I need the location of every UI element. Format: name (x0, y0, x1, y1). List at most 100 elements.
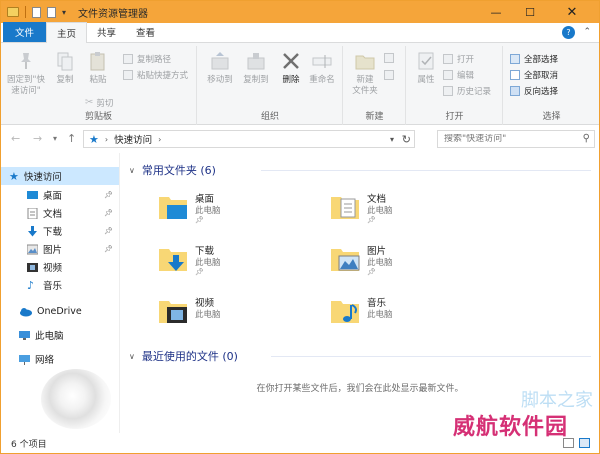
address-dropdown-icon[interactable]: ▾ (390, 135, 394, 144)
nav-item-desktop[interactable]: 桌面 📌︎ (1, 186, 119, 204)
nav-item-documents[interactable]: 文档 📌︎ (1, 204, 119, 222)
search-input[interactable] (444, 134, 584, 144)
paste-button[interactable]: 粘贴 (83, 50, 113, 86)
minimize-button[interactable]: — (479, 1, 513, 23)
select-group-label: 选择 (542, 112, 561, 122)
invert-selection-button[interactable]: 反向选择 (510, 84, 558, 97)
quick-access-dropdown-icon[interactable]: ▾ (62, 8, 66, 17)
recent-locations-icon[interactable]: ▾ (53, 134, 57, 143)
folder-tile-documents[interactable]: 文档 此电脑 📌︎ (329, 187, 509, 235)
clipboard-group: 固定到"快速访问" 复制 粘贴 复制路径 粘贴快捷方式 ✂ 剪切 剪贴板 (1, 46, 197, 125)
tab-file[interactable]: 文件 (3, 22, 47, 42)
section-divider (271, 356, 591, 357)
address-row: ← → ▾ ↑ ★ › 快速访问 › ▾ ↻ ⚲ (1, 125, 599, 153)
address-bar[interactable]: ★ › 快速访问 › ▾ ↻ (83, 130, 415, 148)
clipboard-group-label: 剪贴板 (84, 112, 112, 122)
close-button[interactable]: ✕ (555, 1, 589, 23)
breadcrumb[interactable]: 快速访问 (114, 132, 152, 146)
move-to-button[interactable]: 移动到 (204, 50, 236, 86)
frequent-folders-header[interactable]: ∨ 常用文件夹 (6) (129, 161, 216, 179)
folder-tile-videos[interactable]: 视频 此电脑 (157, 291, 337, 339)
tab-share[interactable]: 共享 (87, 22, 126, 42)
cloud-icon (20, 307, 32, 316)
select-none-button[interactable]: 全部取消 (510, 68, 558, 81)
copy-path-button[interactable]: 复制路径 (123, 52, 171, 65)
large-icons-view-icon[interactable] (579, 438, 590, 448)
star-icon: ★ (89, 132, 99, 146)
move-to-label: 移动到 (207, 75, 233, 85)
nav-item-label: 文档 (43, 209, 63, 220)
folder-tile-music[interactable]: 音乐 此电脑 (329, 291, 509, 339)
help-icon[interactable]: ? (562, 26, 575, 39)
nav-network[interactable]: 网络 (1, 350, 119, 368)
open-button[interactable]: 打开 (443, 52, 474, 65)
folder-tile-pictures[interactable]: 图片 此电脑 📌︎ (329, 239, 509, 287)
new-folder-button[interactable]: 新建 文件夹 (348, 50, 382, 97)
pane-divider[interactable] (119, 153, 120, 433)
up-arrow-icon[interactable]: ↑ (67, 132, 76, 145)
delete-button[interactable]: 删除 (278, 50, 304, 86)
cut-button[interactable]: ✂ 剪切 (85, 96, 113, 109)
open-group-label: 打开 (445, 112, 464, 122)
folder-name: 文档 (367, 194, 387, 205)
edit-button[interactable]: 编辑 (443, 68, 474, 81)
new-item-button[interactable] (384, 51, 398, 64)
folder-name: 桌面 (195, 194, 215, 205)
ribbon-collapse-icon[interactable]: ⌃ (583, 27, 591, 37)
nav-item-videos[interactable]: 视频 (1, 258, 119, 276)
folder-tile-desktop[interactable]: 桌面 此电脑 📌︎ (157, 187, 337, 235)
search-icon[interactable]: ⚲ (583, 133, 590, 144)
history-button[interactable]: 历史记录 (443, 84, 491, 97)
videos-icon (27, 262, 38, 272)
nav-this-pc[interactable]: 此电脑 (1, 326, 119, 344)
ribbon-tabs: 文件 主页 共享 查看 ? ⌃ (1, 22, 599, 43)
forward-arrow-icon[interactable]: → (33, 132, 42, 145)
watermark-logo: 威航软件园 (453, 415, 569, 440)
new-folder-quick-icon[interactable] (47, 6, 56, 18)
copy-to-icon (247, 53, 265, 70)
properties-quick-icon[interactable] (32, 6, 41, 18)
copy-button[interactable]: 复制 (51, 50, 79, 86)
recent-files-header[interactable]: ∨ 最近使用的文件 (0) (129, 347, 238, 365)
select-none-icon (510, 69, 520, 80)
breadcrumb-separator-icon[interactable]: › (105, 135, 108, 144)
open-group: 属性 打开 编辑 历史记录 打开 (407, 46, 503, 125)
search-box: ⚲ (437, 130, 595, 148)
rename-button[interactable]: 重命名 (306, 50, 338, 86)
folder-location: 此电脑 (195, 310, 221, 320)
copy-to-label: 复制到 (243, 75, 269, 85)
tab-home[interactable]: 主页 (46, 22, 88, 43)
history-icon (443, 85, 453, 96)
new-folder-label: 新建 文件夹 (352, 75, 378, 96)
nav-onedrive[interactable]: OneDrive (1, 302, 119, 320)
chevron-down-icon[interactable]: ∨ (129, 166, 135, 175)
maximize-button[interactable]: ☐ (513, 1, 547, 23)
documents-icon (27, 207, 38, 219)
refresh-icon[interactable]: ↻ (402, 133, 411, 146)
frequent-folders-title: 常用文件夹 (6) (141, 164, 216, 177)
properties-button[interactable]: 属性 (413, 50, 439, 86)
section-divider (261, 170, 591, 171)
folder-location: 此电脑 (195, 206, 221, 216)
back-arrow-icon[interactable]: ← (11, 132, 20, 145)
pin-quick-access-button[interactable]: 固定到"快速访问" (5, 50, 47, 97)
tab-view[interactable]: 查看 (126, 22, 165, 42)
select-all-button[interactable]: 全部选择 (510, 52, 558, 65)
easy-access-button[interactable] (384, 68, 398, 81)
nav-item-downloads[interactable]: 下载 📌︎ (1, 222, 119, 240)
nav-item-pictures[interactable]: 图片 📌︎ (1, 240, 119, 258)
music-note-icon: ♪ (27, 278, 35, 292)
paste-shortcut-button[interactable]: 粘贴快捷方式 (123, 68, 188, 81)
pin-icon: 📌︎ (195, 268, 204, 276)
folder-tile-downloads[interactable]: 下载 此电脑 📌︎ (157, 239, 337, 287)
pictures-icon (27, 244, 38, 254)
copy-to-button[interactable]: 复制到 (240, 50, 272, 86)
desktop-folder-icon (159, 197, 187, 219)
pin-icon: 📌︎ (367, 216, 376, 224)
pin-icon: 📌︎ (367, 268, 376, 276)
breadcrumb-chevron-icon[interactable]: › (158, 135, 161, 144)
select-group: 全部选择 全部取消 反向选择 选择 (504, 46, 599, 125)
chevron-down-icon[interactable]: ∨ (129, 352, 135, 361)
nav-quick-access[interactable]: ★ 快速访问 (1, 167, 119, 185)
nav-item-music[interactable]: ♪ 音乐 (1, 276, 119, 294)
